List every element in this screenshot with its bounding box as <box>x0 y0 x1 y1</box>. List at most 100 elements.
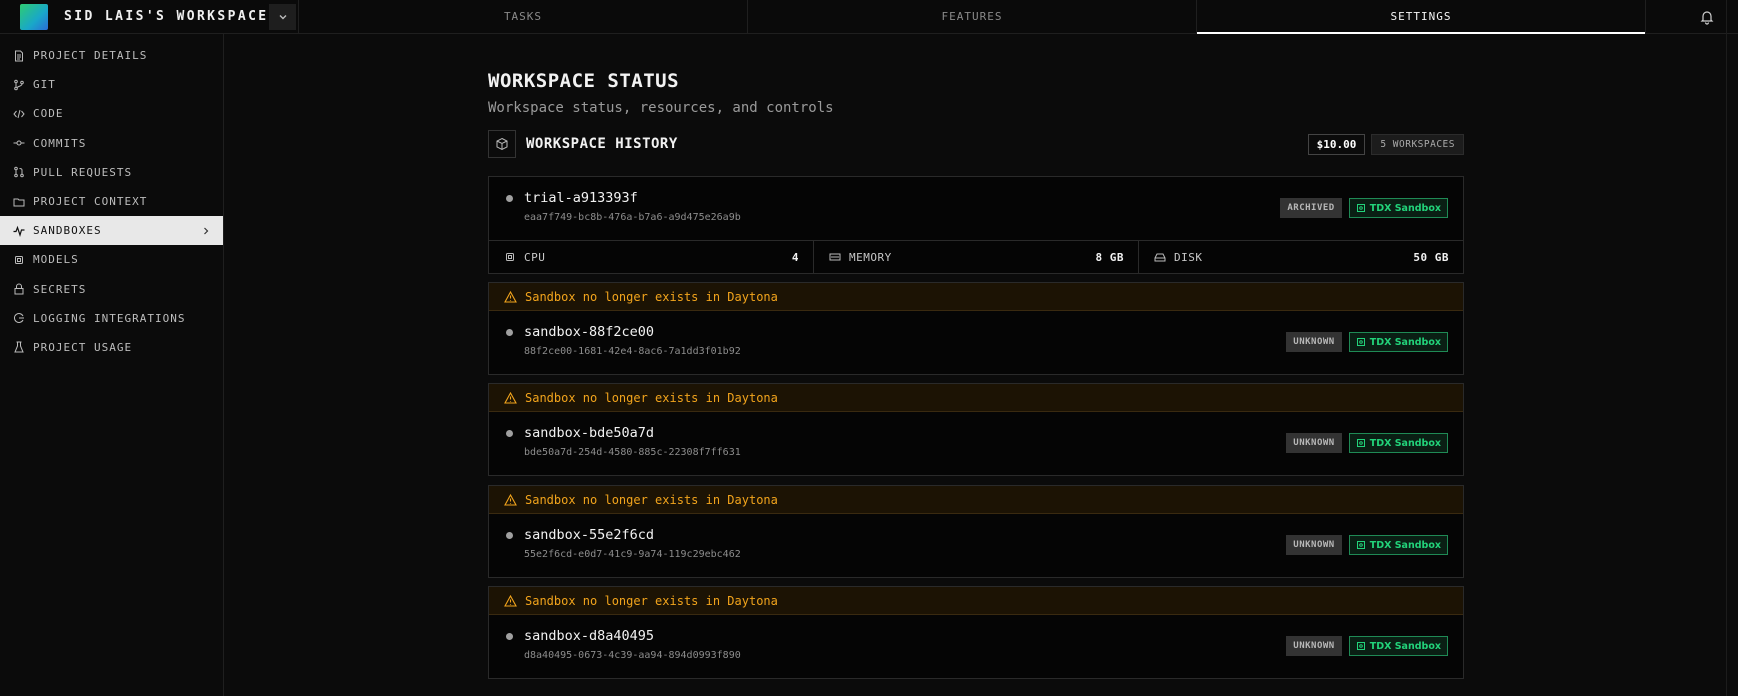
sandbox-type-label: TDX Sandbox <box>1369 437 1441 449</box>
status-badge: ARCHIVED <box>1280 198 1342 218</box>
sandbox-card: trial-a913393f eaa7f749-bc8b-476a-b7a6-a… <box>488 176 1464 274</box>
sidebar-item-commits[interactable]: COMMITS <box>0 129 223 158</box>
cpu-icon <box>506 253 514 261</box>
status-badge: UNKNOWN <box>1286 535 1342 555</box>
sandbox-id: d8a40495-0673-4c39-aa94-894d0993f890 <box>524 650 741 661</box>
chevron-right-icon <box>204 227 209 235</box>
tab-features[interactable]: FEATURES <box>748 0 1197 33</box>
sandbox-type-badge: TDX Sandbox <box>1348 433 1448 453</box>
chevron-down-icon <box>279 14 286 19</box>
sandbox-name: trial-a913393f <box>524 190 638 206</box>
workspace-switcher: SID LAIS'S WORKSPACE <box>0 0 299 33</box>
sandbox-row[interactable]: sandbox-d8a40495 d8a40495-0673-4c39-aa94… <box>489 615 1463 678</box>
sandbox-row[interactable]: sandbox-88f2ce00 88f2ce00-1681-42e4-8ac6… <box>489 311 1463 374</box>
sandbox-card: Sandbox no longer exists in Daytona sand… <box>488 282 1464 375</box>
warning-icon <box>504 594 517 607</box>
tab-tasks[interactable]: TASKS <box>299 0 748 33</box>
warning-text: Sandbox no longer exists in Daytona <box>525 289 778 304</box>
workspace-count-badge: 5 WORKSPACES <box>1371 133 1464 155</box>
sandbox-row[interactable]: trial-a913393f eaa7f749-bc8b-476a-b7a6-a… <box>489 177 1463 240</box>
warning-icon <box>504 290 517 303</box>
total-cost-badge: $10.00 <box>1307 133 1366 155</box>
sandbox-card: Sandbox no longer exists in Daytona sand… <box>488 383 1464 476</box>
sandbox-type-label: TDX Sandbox <box>1369 336 1441 348</box>
sandbox-id: eaa7f749-bc8b-476a-b7a6-a9d475e26a9b <box>524 212 741 223</box>
tdx-icon <box>1356 204 1365 212</box>
sandbox-type-badge: TDX Sandbox <box>1348 198 1448 218</box>
tdx-icon <box>1356 541 1365 549</box>
status-dot <box>506 329 513 336</box>
sidebar-item-label: SECRETS <box>33 282 87 296</box>
resource-label: MEMORY <box>849 250 892 264</box>
warning-text: Sandbox no longer exists in Daytona <box>525 593 778 608</box>
status-dot <box>506 430 513 437</box>
resource-disk: DISK 50 GB <box>1139 241 1463 273</box>
sidebar-item-project-context[interactable]: PROJECT CONTEXT <box>0 187 223 216</box>
sidebar-item-label: PROJECT CONTEXT <box>33 195 148 209</box>
sidebar-item-label: CODE <box>33 107 64 121</box>
resource-value: 4 <box>791 250 799 264</box>
warning-banner: Sandbox no longer exists in Daytona <box>489 486 1463 514</box>
tdx-icon <box>1356 338 1365 346</box>
page-subtitle: Workspace status, resources, and control… <box>488 100 834 116</box>
sidebar-item-pull-requests[interactable]: PULL REQUESTS <box>0 158 223 187</box>
sidebar-item-label: COMMITS <box>33 136 87 150</box>
git-branch-icon <box>14 79 24 91</box>
warning-banner: Sandbox no longer exists in Daytona <box>489 384 1463 412</box>
sandbox-row[interactable]: sandbox-bde50a7d bde50a7d-254d-4580-885c… <box>489 412 1463 475</box>
sidebar-item-label: GIT <box>33 78 56 92</box>
warning-icon <box>504 493 517 506</box>
lock-icon <box>14 283 24 295</box>
top-bar: SID LAIS'S WORKSPACE TASKS FEATURES SETT… <box>0 0 1738 34</box>
warning-icon <box>504 391 517 404</box>
resource-label: CPU <box>524 250 546 264</box>
pull-request-icon <box>14 167 24 178</box>
status-badge: UNKNOWN <box>1286 332 1342 352</box>
resource-row: CPU 4 MEMORY 8 GB DISK 50 GB <box>489 240 1463 273</box>
settings-sidebar: PROJECT DETAILS GIT CODE COMMITS PULL RE… <box>0 34 224 696</box>
sandbox-row[interactable]: sandbox-55e2f6cd 55e2f6cd-e0d7-41c9-9a74… <box>489 514 1463 577</box>
warning-text: Sandbox no longer exists in Daytona <box>525 390 778 405</box>
sidebar-item-logging-integrations[interactable]: LOGGING INTEGRATIONS <box>0 304 223 333</box>
cube-icon <box>488 130 516 158</box>
bell-icon <box>1700 10 1714 25</box>
resource-value: 8 GB <box>1095 250 1124 264</box>
status-badge: UNKNOWN <box>1286 433 1342 453</box>
tdx-icon <box>1356 642 1365 650</box>
folder-icon <box>13 198 25 207</box>
sidebar-item-label: PULL REQUESTS <box>33 165 133 179</box>
disk-icon <box>1154 253 1166 262</box>
sandbox-name: sandbox-88f2ce00 <box>524 324 655 340</box>
sandbox-type-badge: TDX Sandbox <box>1348 332 1448 352</box>
sandbox-id: 88f2ce00-1681-42e4-8ac6-7a1dd3f01b92 <box>524 346 741 357</box>
code-icon <box>13 109 25 119</box>
sandbox-type-badge: TDX Sandbox <box>1348 535 1448 555</box>
sandbox-name: sandbox-d8a40495 <box>524 628 655 644</box>
sidebar-item-secrets[interactable]: SECRETS <box>0 275 223 304</box>
sandbox-name: sandbox-bde50a7d <box>524 425 655 441</box>
tab-settings[interactable]: SETTINGS <box>1197 0 1646 34</box>
scrollbar-track[interactable] <box>1726 0 1738 696</box>
activity-icon <box>13 225 25 237</box>
sidebar-item-models[interactable]: MODELS <box>0 245 223 274</box>
document-icon <box>15 50 23 62</box>
workspace-history-header: WORKSPACE HISTORY $10.00 5 WORKSPACES <box>488 129 1464 159</box>
sidebar-item-sandboxes[interactable]: SANDBOXES <box>0 216 223 246</box>
sidebar-item-project-details[interactable]: PROJECT DETAILS <box>0 41 223 70</box>
sidebar-item-code[interactable]: CODE <box>0 99 223 128</box>
page-title: WORKSPACE STATUS <box>488 70 680 92</box>
sidebar-item-project-usage[interactable]: PROJECT USAGE <box>0 333 223 362</box>
warning-banner: Sandbox no longer exists in Daytona <box>489 283 1463 311</box>
status-dot <box>506 633 513 640</box>
workspace-dropdown-button[interactable] <box>269 3 296 30</box>
sandbox-card: Sandbox no longer exists in Daytona sand… <box>488 586 1464 679</box>
sandbox-id: bde50a7d-254d-4580-885c-22308f7ff631 <box>524 447 741 458</box>
main-content: WORKSPACE STATUS Workspace status, resou… <box>488 34 1464 679</box>
sandbox-type-label: TDX Sandbox <box>1369 202 1441 214</box>
sidebar-item-git[interactable]: GIT <box>0 70 223 99</box>
logging-icon <box>13 313 24 324</box>
sandbox-type-badge: TDX Sandbox <box>1348 636 1448 656</box>
sidebar-item-label: SANDBOXES <box>33 224 102 238</box>
workspace-name[interactable]: SID LAIS'S WORKSPACE <box>64 9 269 24</box>
memory-icon <box>829 253 841 261</box>
